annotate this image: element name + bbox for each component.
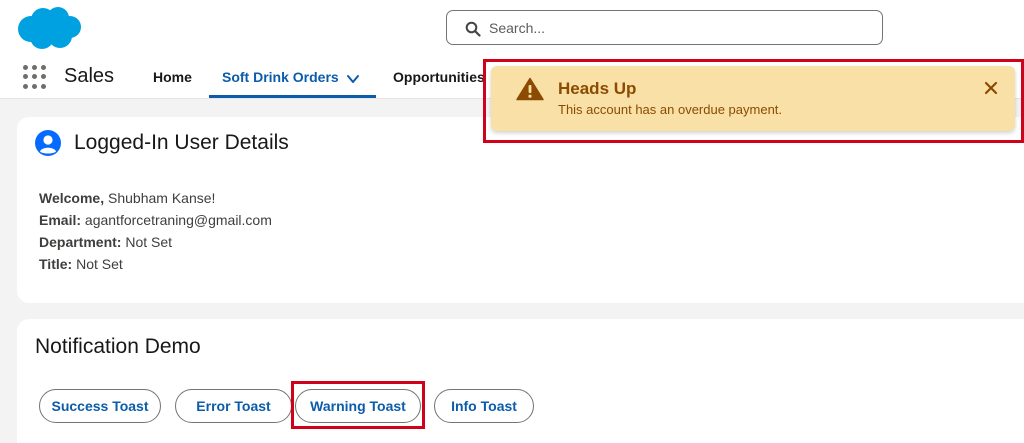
detail-value: Not Set — [76, 256, 123, 272]
card-title: Logged-In User Details — [74, 131, 289, 154]
search-icon — [465, 21, 481, 37]
chevron-down-icon[interactable] — [346, 72, 360, 86]
success-toast-button[interactable]: Success Toast — [39, 389, 161, 423]
nav-item-opportunities[interactable]: Opportunities — [393, 69, 485, 85]
detail-label: Department: — [39, 234, 122, 250]
detail-value: Shubham Kanse! — [108, 190, 216, 206]
user-details-card: Logged-In User Details Welcome, Shubham … — [17, 117, 1024, 303]
toast-title: Heads Up — [558, 79, 637, 98]
warning-icon — [516, 77, 544, 101]
card-title: Notification Demo — [35, 335, 201, 358]
warning-toast: Heads Up This account has an overdue pay… — [491, 66, 1015, 131]
app-name: Sales — [64, 65, 115, 87]
user-avatar-icon — [35, 130, 61, 156]
email-line: Email: agantforcetraning@gmail.com — [39, 212, 272, 228]
detail-label: Welcome, — [39, 190, 105, 206]
department-line: Department: Not Set — [39, 234, 172, 250]
detail-value: Not Set — [125, 234, 173, 250]
nav-item-soft-drink-orders[interactable]: Soft Drink Orders — [209, 58, 376, 98]
detail-label: Title: — [39, 256, 73, 272]
notification-demo-card: Notification Demo Success Toast Error To… — [17, 319, 1024, 443]
error-toast-button[interactable]: Error Toast — [175, 389, 292, 423]
title-line: Title: Not Set — [39, 256, 123, 272]
salesforce-logo-icon[interactable] — [16, 5, 82, 51]
nav-item-home[interactable]: Home — [153, 69, 192, 85]
global-search[interactable] — [446, 10, 883, 45]
toast-message: This account has an overdue payment. — [558, 102, 783, 117]
warning-button-highlight — [291, 381, 425, 429]
info-toast-button[interactable]: Info Toast — [434, 389, 534, 423]
close-icon[interactable] — [983, 80, 999, 96]
detail-value: agantforcetraning@gmail.com — [84, 212, 272, 228]
search-input[interactable] — [489, 11, 869, 44]
welcome-line: Welcome, Shubham Kanse! — [39, 190, 215, 206]
global-header — [0, 0, 1024, 58]
detail-label: Email: — [39, 212, 82, 228]
app-launcher-icon[interactable] — [23, 65, 47, 89]
nav-item-label: Soft Drink Orders — [222, 69, 339, 85]
